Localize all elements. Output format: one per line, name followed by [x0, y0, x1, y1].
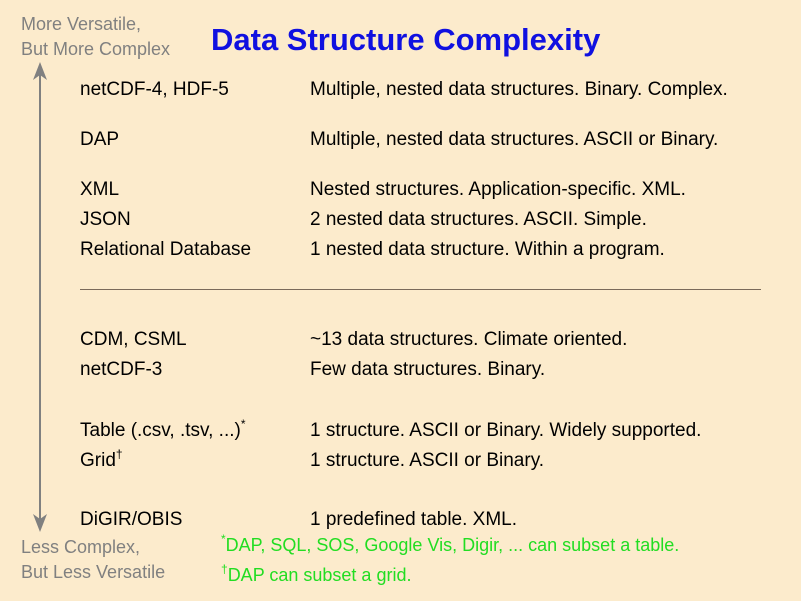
format-row: netCDF-4, HDF-5 Multiple, nested data st… — [0, 77, 801, 103]
bottom-axis-label-line2: But Less Versatile — [21, 562, 166, 582]
footnote-table: *DAP, SQL, SOS, Google Vis, Digir, ... c… — [221, 533, 679, 557]
table-footnote-marker: * — [240, 417, 246, 431]
format-row: JSON 2 nested data structures. ASCII. Si… — [0, 207, 801, 233]
grid-footnote-marker: † — [115, 447, 123, 461]
format-name: Relational Database — [80, 239, 252, 260]
format-description: 2 nested data structures. ASCII. Simple. — [310, 209, 647, 230]
section-divider — [80, 289, 761, 290]
format-description: 1 nested data structure. Within a progra… — [310, 239, 665, 260]
format-name: CDM, CSML — [80, 329, 187, 350]
format-name: netCDF-3 — [80, 359, 163, 380]
format-row: netCDF-3 Few data structures. Binary. — [0, 357, 801, 383]
format-description: Few data structures. Binary. — [310, 359, 546, 380]
format-row: Relational Database 1 nested data struct… — [0, 237, 801, 263]
format-row: XML Nested structures. Application-speci… — [0, 177, 801, 203]
format-name: DAP — [80, 129, 120, 150]
footnote-text: DAP can subset a grid. — [227, 565, 412, 585]
format-row: Grid† 1 structure. ASCII or Binary. — [0, 448, 801, 474]
format-row: CDM, CSML ~13 data structures. Climate o… — [0, 327, 801, 353]
top-axis-label-line2: But More Complex — [21, 39, 171, 59]
format-name: JSON — [80, 209, 131, 230]
format-name: XML — [80, 179, 120, 200]
format-description: Nested structures. Application-specific.… — [310, 179, 686, 200]
format-name: netCDF-4, HDF-5 — [80, 79, 229, 100]
format-description: 1 structure. ASCII or Binary. — [310, 450, 545, 471]
bottom-axis-label: Less Complex, But Less Versatile — [21, 535, 165, 585]
format-row: DiGIR/OBIS 1 predefined table. XML. — [0, 507, 801, 533]
top-axis-label: More Versatile, But More Complex — [21, 12, 170, 62]
page-title: Data Structure Complexity — [211, 22, 601, 57]
format-row: DAP Multiple, nested data structures. AS… — [0, 127, 801, 153]
footnote-grid: †DAP can subset a grid. — [221, 563, 411, 587]
format-description: 1 structure. ASCII or Binary. Widely sup… — [310, 420, 702, 441]
format-description: 1 predefined table. XML. — [310, 509, 518, 530]
format-name: DiGIR/OBIS — [80, 509, 183, 530]
format-row: Table (.csv, .tsv, ...)* 1 structure. AS… — [0, 418, 801, 444]
format-description: Multiple, nested data structures. Binary… — [310, 79, 728, 100]
format-name-with-marker: Table (.csv, .tsv, ...)* — [80, 418, 246, 444]
bottom-axis-label-line1: Less Complex, — [21, 537, 141, 557]
footnote-marker: † — [221, 562, 228, 576]
format-name: Table (.csv, .tsv, ...) — [80, 420, 241, 441]
top-axis-label-line1: More Versatile, — [21, 14, 142, 34]
format-description: ~13 data structures. Climate oriented. — [310, 329, 628, 350]
format-description: Multiple, nested data structures. ASCII … — [310, 129, 719, 150]
format-name-with-marker: Grid† — [80, 448, 123, 474]
format-name: Grid — [80, 450, 116, 471]
footnote-text: DAP, SQL, SOS, Google Vis, Digir, ... ca… — [225, 535, 680, 555]
